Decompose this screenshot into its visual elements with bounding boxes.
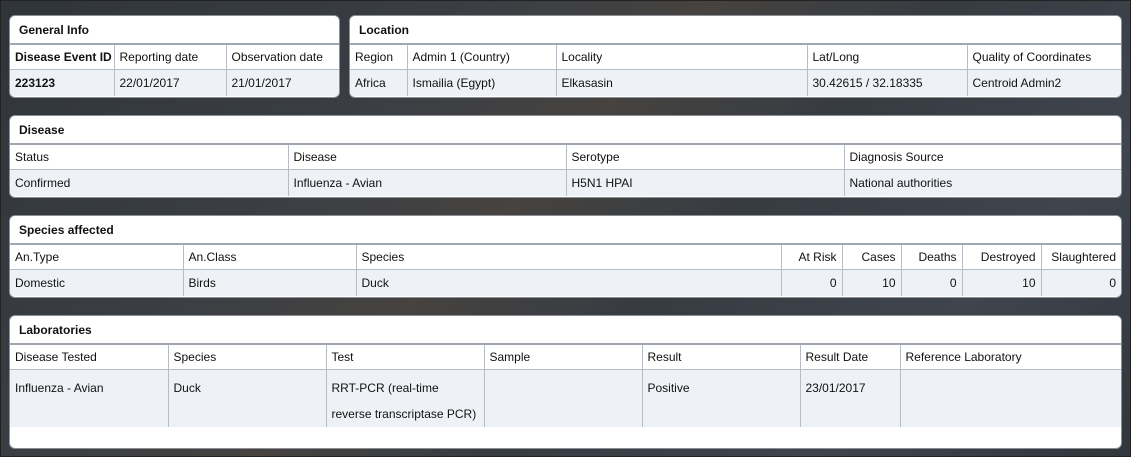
- window-frame: [0, 0, 1131, 457]
